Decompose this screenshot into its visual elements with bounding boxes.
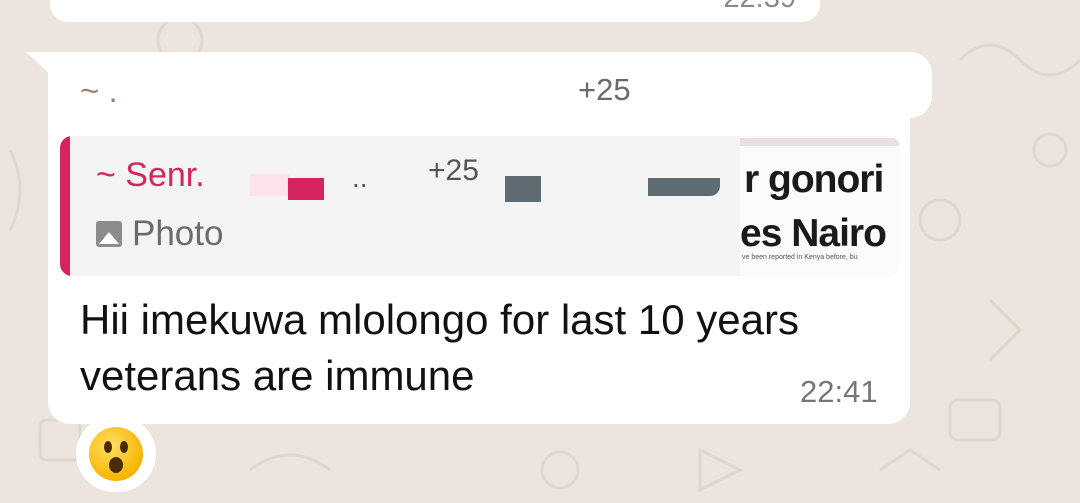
previous-message-time: 22:39 bbox=[723, 0, 796, 15]
quote-accent-bar bbox=[60, 136, 70, 276]
quoted-photo-thumbnail[interactable]: r gonori es Nairo ve been reported in Ke… bbox=[740, 136, 900, 276]
emoji-eye-left bbox=[104, 441, 112, 453]
message-sender-phone: +25 bbox=[578, 72, 631, 107]
thumbnail-headline-line-1: r gonori bbox=[744, 158, 884, 201]
quoted-sender-name: ~ Senr. bbox=[96, 156, 205, 195]
bubble-tail bbox=[26, 52, 50, 74]
quoted-media-label: Photo bbox=[132, 214, 224, 253]
emoji-mouth bbox=[109, 457, 123, 473]
message-time: 22:41 bbox=[800, 374, 878, 409]
thumbnail-headline-line-2: es Nairo bbox=[740, 212, 887, 255]
redaction-patch bbox=[640, 52, 932, 118]
redaction-block bbox=[250, 174, 290, 196]
quoted-sender-phone: +25 bbox=[428, 154, 479, 187]
redaction-block bbox=[505, 176, 541, 202]
previous-message-bubble[interactable]: 22:39 bbox=[50, 0, 820, 22]
reaction-badge[interactable] bbox=[76, 416, 156, 492]
quoted-media-type: Photo bbox=[96, 214, 223, 254]
surprised-face-icon bbox=[89, 427, 143, 481]
quoted-sender-suffix: .. bbox=[352, 162, 368, 193]
redaction-block bbox=[288, 178, 324, 200]
thumbnail-caption: ve been reported in Kenya before, bu bbox=[742, 254, 858, 261]
photo-icon bbox=[96, 221, 122, 247]
thumbnail-header-strip bbox=[740, 138, 900, 146]
quoted-sender-label: ~ Senr. bbox=[96, 156, 205, 194]
message-sender-name[interactable]: ~ . bbox=[80, 72, 118, 110]
redaction-patch bbox=[196, 104, 390, 138]
emoji-eye-right bbox=[120, 441, 128, 453]
message-text: Hii imekuwa mlolongo for last 10 years v… bbox=[80, 296, 799, 399]
redaction-block bbox=[648, 178, 720, 196]
quoted-message[interactable]: ~ Senr. .. +25 Photo r gonori es Nairo v… bbox=[60, 136, 900, 276]
